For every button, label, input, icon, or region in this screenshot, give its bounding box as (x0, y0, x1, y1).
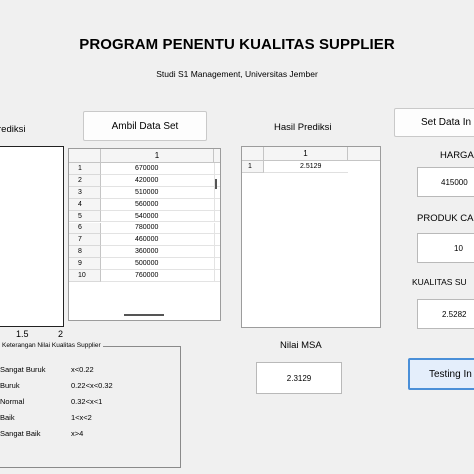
row-index: 1 (242, 161, 264, 173)
legend-category: Baik (0, 413, 15, 422)
kualitas-output: 2.5282 (417, 299, 474, 329)
legend-category: Normal (0, 397, 25, 406)
testing-input-button[interactable]: Testing In (408, 358, 474, 390)
legend-range: 0.22<x<0.32 (71, 381, 113, 390)
legend-row: Sangat Baik x>4 (0, 429, 83, 438)
hasil-prediksi-label: Hasil Prediksi (274, 122, 332, 133)
produk-input[interactable]: 10 (417, 233, 474, 263)
legend-category: Buruk (0, 381, 20, 390)
legend-range: 1<x<2 (71, 413, 92, 422)
legend-category: Sangat Buruk (0, 365, 46, 374)
legend-range: x>4 (71, 429, 84, 438)
legend-row: Sangat Buruk x<0.22 (0, 365, 94, 374)
legend-row: Baik 1<x<2 (0, 413, 92, 422)
legend-list: Sangat Buruk x<0.22 Buruk 0.22<x<0.32 Normal… (0, 0, 200, 474)
legend-row: Buruk 0.22<x<0.32 (0, 381, 113, 390)
column-header[interactable]: 2 (214, 149, 220, 162)
hasil-prediksi-table[interactable]: 1 1 2.5129 (241, 146, 381, 328)
corner-cell (242, 147, 264, 160)
produk-label: PRODUK CA (417, 213, 474, 224)
scroll-thumb[interactable] (215, 179, 217, 189)
dataset-vertical-scrollbar[interactable] (213, 165, 219, 313)
legend-range: x<0.22 (71, 365, 94, 374)
harga-input[interactable]: 415000 (417, 167, 474, 197)
column-header[interactable]: 1 (264, 147, 348, 160)
nilai-msa-field: 2.3129 (256, 362, 342, 394)
set-data-input-button[interactable]: Set Data In (394, 108, 474, 137)
legend-row: Normal 0.32<x<1 (0, 397, 102, 406)
nilai-msa-label: Nilai MSA (280, 340, 322, 351)
kualitas-label: KUALITAS SU (412, 277, 467, 287)
harga-label: HARGA (440, 150, 474, 161)
hasil-value-cell[interactable]: 2.5129 (264, 161, 348, 173)
legend-category: Sangat Baik (0, 429, 41, 438)
hasil-table-header: 1 (242, 147, 380, 161)
legend-range: 0.32<x<1 (71, 397, 103, 406)
